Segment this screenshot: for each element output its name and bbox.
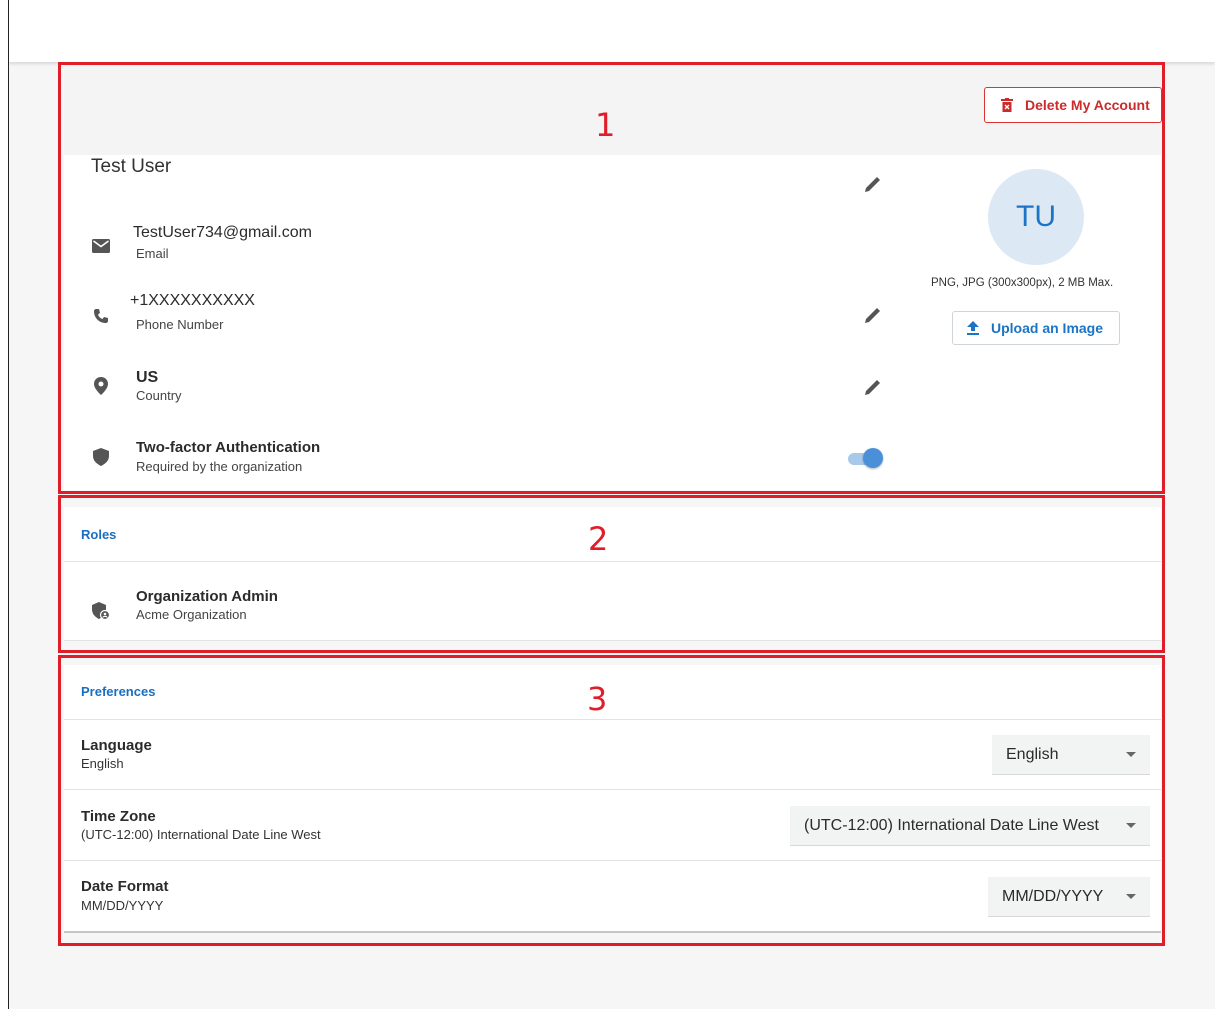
language-value: English xyxy=(81,756,124,771)
phone-label: Phone Number xyxy=(136,317,224,332)
location-pin-icon xyxy=(90,375,112,397)
upload-image-label: Upload an Image xyxy=(991,320,1104,336)
chevron-down-icon xyxy=(1126,823,1136,828)
role-name: Organization Admin xyxy=(136,588,278,605)
date-format-select[interactable]: MM/DD/YYYY xyxy=(988,877,1150,917)
time-zone-value: (UTC-12:00) International Date Line West xyxy=(81,827,321,842)
avatar-requirements: PNG, JPG (300x300px), 2 MB Max. xyxy=(931,277,1114,289)
delete-account-button[interactable]: Delete My Account xyxy=(984,87,1162,123)
country-value: US xyxy=(136,369,159,386)
upload-image-button[interactable]: Upload an Image xyxy=(952,311,1120,345)
time-zone-select[interactable]: (UTC-12:00) International Date Line West xyxy=(790,806,1150,846)
annotation-label-3: 3 xyxy=(587,680,608,718)
language-select-value: English xyxy=(1006,745,1059,763)
top-bar xyxy=(9,0,1215,62)
avatar: TU xyxy=(988,169,1084,265)
chevron-down-icon xyxy=(1126,752,1136,757)
language-select[interactable]: English xyxy=(992,735,1150,775)
admin-shield-icon xyxy=(90,600,112,622)
envelope-icon xyxy=(90,235,112,257)
email-value: TestUser734@gmail.com xyxy=(133,224,312,241)
email-label: Email xyxy=(136,246,169,261)
window-frame-left xyxy=(0,0,9,1009)
phone-value: +1XXXXXXXXXX xyxy=(130,292,255,309)
trash-icon xyxy=(1001,98,1013,112)
roles-divider xyxy=(64,561,1161,562)
user-name: Test User xyxy=(91,156,172,177)
date-format-label: Date Format xyxy=(81,878,169,895)
edit-name-icon[interactable] xyxy=(862,173,884,195)
two-factor-title: Two-factor Authentication xyxy=(136,439,321,456)
roles-title: Roles xyxy=(81,527,117,542)
edit-phone-icon[interactable] xyxy=(862,304,884,326)
annotation-label-2: 2 xyxy=(588,520,609,558)
roles-bottom-divider xyxy=(64,640,1161,641)
phone-icon xyxy=(90,305,112,327)
toggle-knob xyxy=(863,448,883,468)
role-organization: Acme Organization xyxy=(136,607,247,622)
preferences-title: Preferences xyxy=(81,684,156,699)
time-zone-select-value: (UTC-12:00) International Date Line West xyxy=(804,816,1099,834)
country-label: Country xyxy=(136,388,182,403)
upload-icon xyxy=(967,321,979,335)
two-factor-note: Required by the organization xyxy=(136,459,303,474)
delete-account-label: Delete My Account xyxy=(1025,97,1150,113)
preferences-divider xyxy=(64,719,1161,720)
shield-icon xyxy=(90,446,112,468)
edit-country-icon[interactable] xyxy=(862,376,884,398)
date-format-select-value: MM/DD/YYYY xyxy=(1002,887,1104,905)
annotation-label-1: 1 xyxy=(595,106,616,144)
language-divider xyxy=(64,789,1161,790)
time-zone-divider xyxy=(64,860,1161,861)
language-label: Language xyxy=(81,737,152,754)
time-zone-label: Time Zone xyxy=(81,808,156,825)
two-factor-toggle[interactable] xyxy=(848,448,884,470)
chevron-down-icon xyxy=(1126,894,1136,899)
date-format-value: MM/DD/YYYY xyxy=(81,898,164,913)
